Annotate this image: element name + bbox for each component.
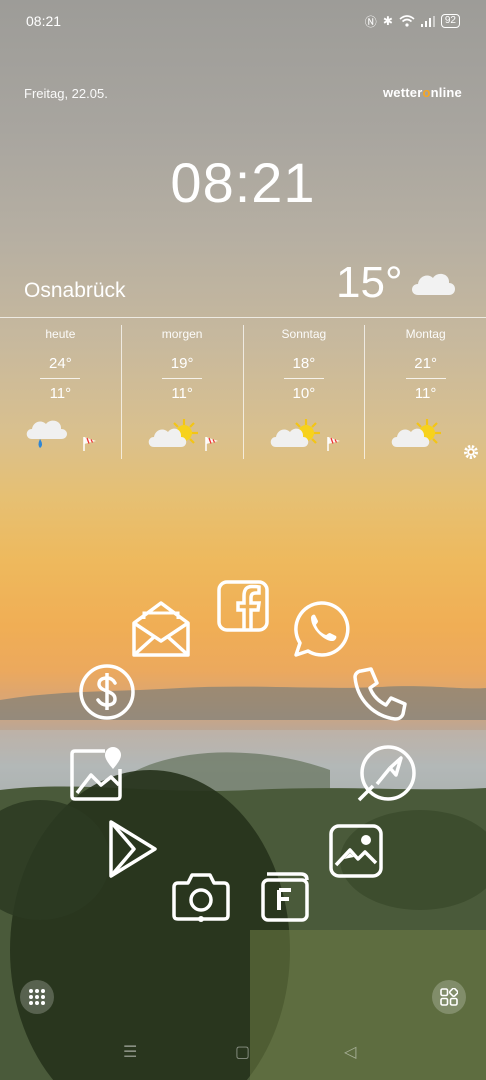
forecast-day-name: Sonntag — [281, 327, 327, 341]
forecast-high: 19° — [170, 355, 194, 372]
play-store-icon[interactable] — [100, 818, 162, 880]
sun-cloud-icon — [270, 419, 320, 447]
forecast-day-name: heute — [45, 327, 76, 341]
forecast-low: 11° — [414, 385, 437, 402]
signal-icon — [420, 15, 435, 27]
wetteronline-logo[interactable]: wetteronline — [383, 85, 462, 100]
navigation-bar: ☰ ▢ ◁ — [0, 1042, 486, 1068]
forecast-day-name: morgen — [161, 327, 203, 341]
forecast-separator — [283, 378, 324, 379]
wifi-icon — [399, 15, 415, 27]
widgets-icon — [440, 988, 458, 1006]
forecast-low: 10° — [292, 385, 316, 402]
forecast-high: 24° — [49, 355, 72, 372]
forecast-low: 11° — [171, 385, 193, 402]
home-nav-icon[interactable]: ▢ — [235, 1042, 250, 1062]
cloud-icon — [412, 273, 455, 295]
forecast-separator — [405, 378, 446, 379]
widget-divider — [0, 317, 486, 318]
facebook-icon[interactable] — [212, 575, 274, 637]
current-temperature[interactable]: 15° — [336, 258, 403, 308]
forecast-high: 18° — [292, 355, 316, 372]
forecast-day[interactable]: heute 24° 11° — [0, 325, 121, 459]
widget-clock[interactable]: 08:21 — [0, 150, 486, 215]
brand-o: o — [422, 85, 431, 100]
files-icon[interactable] — [254, 865, 316, 927]
image-pin-icon[interactable] — [66, 742, 128, 804]
forecast-day-name: Montag — [405, 327, 446, 341]
forecast-high: 21° — [414, 355, 437, 372]
compass-icon[interactable] — [357, 742, 419, 804]
camera-icon[interactable] — [170, 866, 232, 928]
widget-date: Freitag, 22.05. — [24, 86, 108, 101]
forecast-separator — [40, 378, 81, 379]
menu-nav-icon[interactable]: ☰ — [123, 1042, 137, 1062]
cloud-rain-icon — [26, 420, 67, 448]
gallery-icon[interactable] — [325, 820, 387, 882]
gear-icon[interactable] — [462, 443, 480, 461]
status-bar: 08:21 Ⓝ ✱ 92 — [26, 10, 460, 32]
brand-suffix: nline — [430, 85, 462, 100]
forecast-day[interactable]: Sonntag 18° 10° — [242, 325, 365, 459]
sun-cloud-icon — [392, 419, 442, 447]
forecast-separator — [162, 378, 203, 379]
widgets-button[interactable] — [432, 980, 466, 1014]
status-time: 08:21 — [26, 13, 62, 29]
mail-icon[interactable] — [130, 598, 192, 660]
forecast-row[interactable]: heute 24° 11° morgen 19° 11° Sonntag 18°… — [0, 325, 486, 459]
app-drawer-button[interactable] — [20, 980, 54, 1014]
whatsapp-icon[interactable] — [290, 598, 352, 660]
grid-dots-icon — [29, 989, 45, 1005]
widget-city[interactable]: Osnabrück — [24, 279, 126, 303]
wind-flag-icon — [83, 437, 96, 451]
phone-icon[interactable] — [348, 662, 410, 724]
bluetooth-icon: ✱ — [382, 14, 393, 28]
sun-cloud-icon — [148, 419, 198, 447]
nfc-icon: Ⓝ — [364, 14, 377, 29]
wind-flag-icon — [205, 437, 218, 451]
status-icons: Ⓝ ✱ 92 — [365, 13, 460, 30]
forecast-day[interactable]: morgen 19° 11° — [120, 325, 243, 459]
forecast-low: 11° — [49, 385, 72, 402]
back-nav-icon[interactable]: ◁ — [344, 1042, 356, 1062]
dollar-icon[interactable] — [76, 661, 138, 723]
forecast-day[interactable]: Montag 21° 11° — [364, 325, 486, 459]
brand-prefix: wetter — [383, 85, 423, 100]
battery-indicator: 92 — [440, 14, 460, 28]
wind-flag-icon — [326, 437, 340, 451]
